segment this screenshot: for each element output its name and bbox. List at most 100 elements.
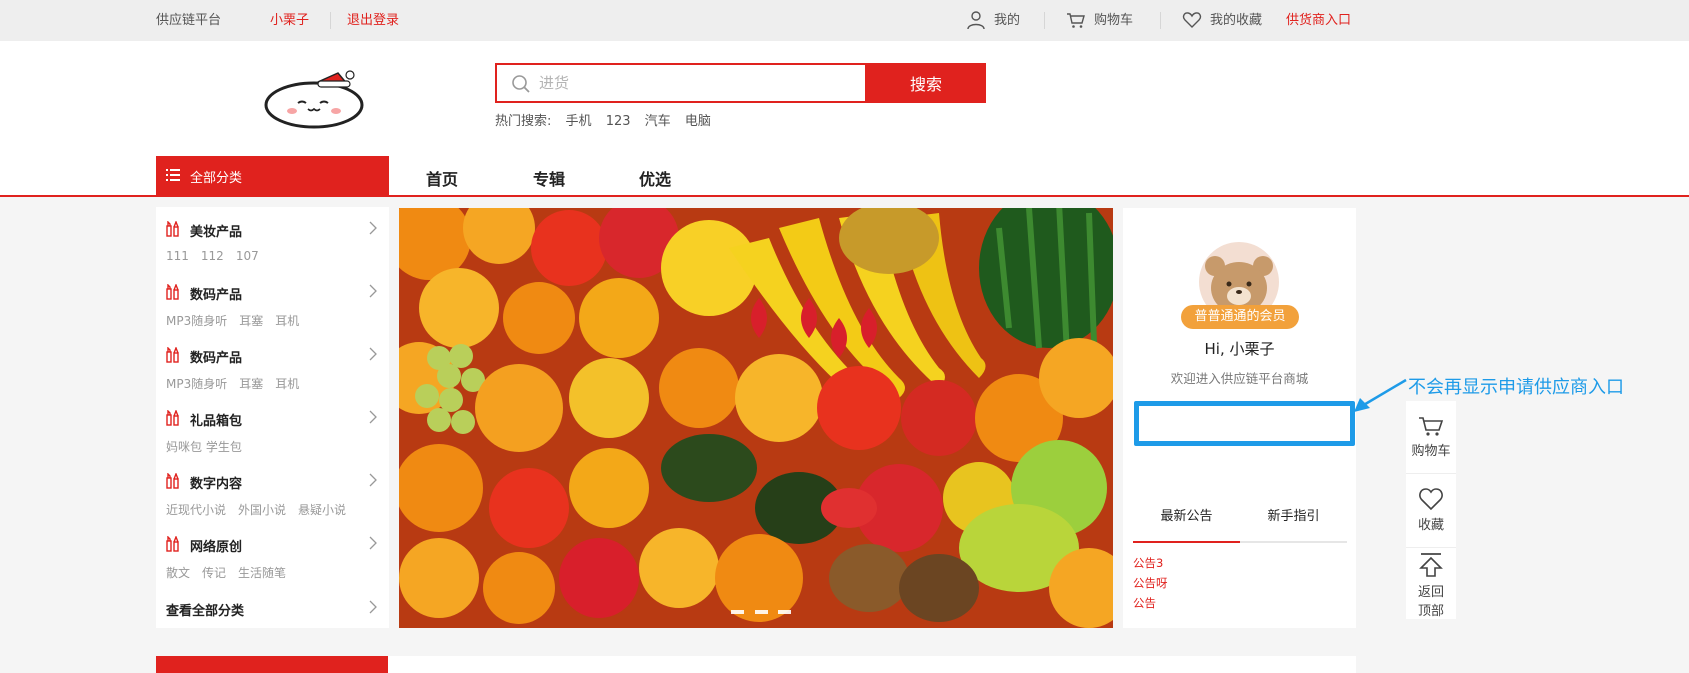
- annotation-highlight-box: [1134, 401, 1355, 446]
- search-input[interactable]: [539, 71, 849, 95]
- user-greeting: Hi, 小栗子: [1204, 340, 1275, 358]
- carousel-dot[interactable]: [731, 610, 744, 614]
- nav-underline: [0, 195, 1689, 197]
- category-item[interactable]: 美妆产品 111 112 107: [156, 207, 389, 270]
- tab-beginner-guide[interactable]: 新手指引: [1240, 505, 1347, 524]
- hot-search-term[interactable]: 123: [606, 114, 631, 129]
- section-header-bar: [156, 656, 388, 673]
- all-categories-label: 全部分类: [190, 171, 243, 186]
- subcategory-link[interactable]: 111: [166, 249, 189, 263]
- supplier-entry-link[interactable]: 供货商入口: [1286, 12, 1351, 29]
- divider: [1160, 12, 1161, 29]
- hot-search-term[interactable]: 电脑: [685, 114, 711, 129]
- subcategory-link[interactable]: 外国小说: [238, 503, 286, 517]
- cosmetics-icon: [166, 347, 179, 363]
- side-cart-button[interactable]: 购物车: [1406, 415, 1456, 459]
- subcategory-link[interactable]: 耳机: [275, 314, 299, 328]
- side-favorite-label: 收藏: [1417, 518, 1444, 533]
- subcategory-link[interactable]: 耳机: [275, 377, 299, 391]
- hot-searches: 热门搜索: 手机 123 汽车 电脑: [495, 113, 721, 130]
- back-to-top-label: 顶部: [1417, 604, 1444, 619]
- user-icon[interactable]: [966, 10, 986, 30]
- tab-featured[interactable]: 优选: [639, 166, 671, 190]
- chevron-right-icon: [369, 347, 377, 361]
- member-badge: 普普通通的会员: [1181, 305, 1299, 329]
- side-cart-label: 购物车: [1411, 444, 1451, 459]
- hot-search-term[interactable]: 手机: [566, 114, 592, 129]
- category-name: 美妆产品: [190, 225, 243, 240]
- notice-item[interactable]: 公告呀: [1133, 575, 1168, 591]
- search-button[interactable]: 搜索: [866, 63, 986, 103]
- annotation-text: 不会再显示申请供应商入口: [1408, 377, 1624, 398]
- cart-icon[interactable]: [1066, 10, 1086, 30]
- cosmetics-icon: [166, 410, 179, 426]
- subcategory-link[interactable]: 生活随笔: [238, 566, 286, 580]
- notice-item[interactable]: 公告: [1133, 595, 1156, 611]
- category-name: 网络原创: [190, 540, 243, 555]
- chevron-right-icon: [369, 600, 377, 614]
- tab-latest-notices[interactable]: 最新公告: [1133, 505, 1240, 524]
- welcome-text: 欢迎进入供应链平台商城: [1170, 371, 1309, 386]
- banner-carousel[interactable]: [399, 208, 1113, 628]
- cart-link[interactable]: 购物车: [1094, 12, 1133, 29]
- subcategory-link[interactable]: 耳塞: [239, 314, 263, 328]
- cosmetics-icon: [166, 536, 179, 552]
- search-box: [495, 63, 867, 103]
- carousel-dot[interactable]: [755, 610, 768, 614]
- category-sidebar: 美妆产品 111 112 107 数码产品 MP3随身听 耳塞 耳机 数码产品 MP3随…: [156, 207, 389, 628]
- cosmetics-icon: [166, 473, 179, 489]
- top-bar: 供应链平台 小栗子 退出登录 我的 购物车 我的收藏 供货商入口: [0, 0, 1689, 41]
- logout-link[interactable]: 退出登录: [347, 12, 399, 29]
- category-name: 礼品箱包: [190, 414, 243, 429]
- category-item[interactable]: 数码产品 MP3随身听 耳塞 耳机: [156, 270, 389, 333]
- subcategory-link[interactable]: 107: [236, 249, 259, 263]
- category-name: 数码产品: [190, 288, 243, 303]
- logo[interactable]: [262, 67, 370, 129]
- favorites-link[interactable]: 我的收藏: [1210, 12, 1262, 29]
- category-item[interactable]: 数码产品 MP3随身听 耳塞 耳机: [156, 333, 389, 396]
- divider: [1406, 547, 1456, 548]
- user-panel: 普普通通的会员 Hi, 小栗子 欢迎进入供应链平台商城 最新公告 新手指引 公告…: [1123, 208, 1356, 628]
- view-all-categories-link[interactable]: 查看全部分类: [166, 600, 244, 619]
- fruit-banner-image: [399, 208, 1113, 628]
- back-to-top-button[interactable]: 返回 顶部: [1406, 552, 1456, 619]
- back-to-top-label: 返回: [1417, 585, 1444, 600]
- hot-search-term[interactable]: 汽车: [645, 114, 671, 129]
- mine-link[interactable]: 我的: [994, 12, 1020, 29]
- carousel-dot[interactable]: [778, 610, 791, 614]
- category-name: 数字内容: [190, 477, 243, 492]
- subcategory-link[interactable]: 传记: [202, 566, 226, 580]
- subcategory-link[interactable]: 近现代小说: [166, 503, 226, 517]
- side-toolbar: 购物车 收藏 返回 顶部: [1406, 401, 1456, 619]
- subcategory-link[interactable]: MP3随身听: [166, 377, 227, 391]
- divider: [330, 12, 331, 29]
- subcategory-link[interactable]: 散文: [166, 566, 190, 580]
- divider: [1406, 473, 1456, 474]
- category-item[interactable]: 数字内容 近现代小说 外国小说 悬疑小说: [156, 459, 389, 522]
- all-categories-button[interactable]: 全部分类: [156, 156, 389, 196]
- tab-albums[interactable]: 专辑: [533, 166, 565, 190]
- username-link[interactable]: 小栗子: [270, 12, 309, 29]
- heart-icon[interactable]: [1182, 10, 1202, 30]
- divider: [1044, 12, 1045, 29]
- subcategory-link[interactable]: MP3随身听: [166, 314, 227, 328]
- active-tab-indicator: [1133, 541, 1240, 543]
- cosmetics-icon: [166, 221, 179, 237]
- category-item[interactable]: 礼品箱包 妈咪包 学生包: [156, 396, 389, 459]
- annotation-arrow: [1354, 378, 1407, 412]
- subcategory-link[interactable]: 耳塞: [239, 377, 263, 391]
- category-item[interactable]: 网络原创 散文 传记 生活随笔: [156, 522, 389, 585]
- arrow-up-icon: [1419, 553, 1443, 577]
- cosmetics-icon: [166, 284, 179, 300]
- tab-home[interactable]: 首页: [426, 166, 458, 190]
- side-favorite-button[interactable]: 收藏: [1406, 487, 1456, 533]
- cart-icon: [1419, 417, 1444, 436]
- list-icon: [166, 169, 180, 181]
- category-name: 数码产品: [190, 351, 243, 366]
- subcategory-link[interactable]: 妈咪包 学生包: [166, 440, 242, 454]
- subcategory-link[interactable]: 悬疑小说: [298, 503, 346, 517]
- subcategory-link[interactable]: 112: [201, 249, 224, 263]
- hot-search-label: 热门搜索:: [495, 114, 552, 129]
- chevron-right-icon: [369, 410, 377, 424]
- notice-item[interactable]: 公告3: [1133, 555, 1163, 571]
